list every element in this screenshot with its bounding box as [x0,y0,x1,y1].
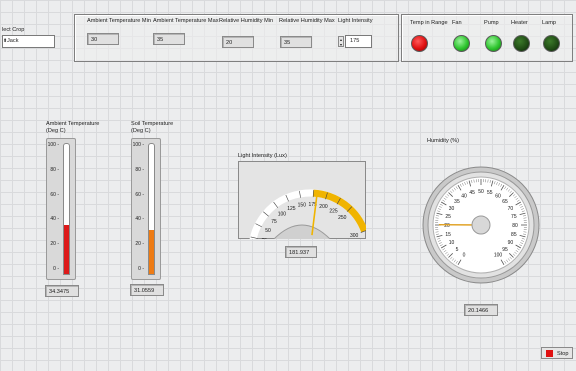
light-intensity-control[interactable]: 175 ▴ ▾ [338,35,372,48]
soil-temp-readout: 31.0559 [130,284,164,296]
ambient-temperature-tick: 100 - [47,142,59,148]
soil-temperature-tick: 60 - [135,191,144,198]
light-gauge-tick-label: 25 [261,238,267,239]
light-gauge-tick-label: 250 [338,215,347,221]
ambient-temp-min-field[interactable]: 30 [87,33,119,45]
humidity-gauge-tick-label: 5 [456,247,459,253]
light-intensity-label: Light Intensity [338,18,373,24]
ambient-temp-units: (Deg C) [46,128,66,134]
light-gauge-tick-label: 75 [271,219,277,225]
humidity-gauge-title: Humidity (%) [427,138,460,144]
soil-temp-tube [148,143,155,275]
humidity-gauge-tick-label: 60 [495,194,501,200]
ambient-temperature-tick: 80 - [50,166,59,173]
soil-temperature-tick: 0 - [138,266,144,272]
lamp-led [543,35,560,52]
humidity-gauge-tick-label: 15 [445,232,451,238]
ambient-temp-readout: 34.3475 [45,285,79,297]
humidity-readout: 20.1466 [464,304,498,316]
light-gauge-title: Light Intensity (Lux) [238,153,287,159]
ambient-temp-thermometer [46,138,76,280]
soil-temperature-tick: 80 - [135,166,144,173]
humidity-gauge-tick-label: 35 [454,199,460,205]
light-gauge-tick-label: 150 [298,203,307,209]
soil-temp-thermometer [131,138,161,280]
ambient-temp-fill [64,225,69,274]
ring-arrow-icon[interactable]: ⬍ [3,38,7,44]
humidity-gauge-tick-label: 90 [508,240,514,246]
light-gauge-tick-label: 225 [329,208,338,214]
humidity-gauge-tick-label: 0 [463,252,466,258]
led-label-pump: Pump [484,20,499,26]
humidity-gauge-tick-label: 85 [511,232,517,238]
temp-in-range-led [411,35,428,52]
soil-temp-units: (Deg C) [131,128,151,134]
soil-temperature-tick: 40 - [135,216,144,223]
pump-led [485,35,502,52]
fan-led [453,35,470,52]
ambient-temp-min-label: Ambient Temperature Min [87,18,151,24]
light-gauge-tick-label: 100 [278,211,287,217]
led-label-lamp: Lamp [542,20,556,26]
humidity-gauge-tick-label: 30 [449,206,455,212]
ambient-temp-max-label: Ambient Temperature Max [153,18,219,24]
rel-humidity-min-label: Relative Humidity Min [219,18,274,24]
light-gauge-tick-label: 200 [319,204,328,210]
ambient-temperature-tick: 20 - [50,241,59,248]
ambient-temperature-tick: 40 - [50,216,59,223]
select-crop-value[interactable]: Jack [2,35,55,48]
rel-humidity-max-label: Relative Humidity Max [279,18,335,24]
increment-decrement-icon[interactable]: ▴ ▾ [338,36,344,47]
stop-button[interactable]: Stop [541,347,573,359]
stop-square-icon [546,350,553,357]
led-label-fan: Fan [452,20,462,26]
humidity-gauge-tick-label: 10 [449,240,455,246]
humidity-gauge-tick-label: 80 [512,223,518,229]
rel-humidity-min-field[interactable]: 20 [222,36,254,48]
front-panel: lect Crop Jack ⬍ Ambient Temperature Min… [0,0,576,371]
humidity-gauge-tick-label: 75 [511,214,517,220]
humidity-gauge-tick-label: 70 [508,206,514,212]
ambient-temperature-tick: 60 - [50,191,59,198]
soil-temp-title: Soil Temperature [131,121,174,127]
rel-humidity-max-field[interactable]: 35 [280,36,312,48]
ambient-temp-max-field[interactable]: 35 [153,33,185,45]
light-intensity-gauge: 0255075100125150175200225250300 [238,161,366,239]
humidity-gauge-tick-label: 40 [461,194,467,200]
soil-temperature-tick: 100 - [132,142,144,148]
light-gauge-tick-label: 300 [350,233,359,239]
light-intensity-input[interactable]: 175 [345,35,372,48]
humidity-gauge-tick-label: 25 [445,214,451,220]
humidity-gauge-tick-label: 95 [502,247,508,253]
stop-label: Stop [557,351,569,357]
soil-temperature-tick: 20 - [135,241,144,248]
light-gauge-tick-label: 50 [265,228,271,234]
humidity-gauge-tick-label: 45 [469,190,475,196]
ambient-temp-title: Ambient Temperature [46,121,100,127]
heater-led [513,35,530,52]
light-intensity-readout: 181.937 [285,246,317,258]
humidity-gauge-hub [471,215,491,235]
led-label-temp-in-range: Temp in Range [410,20,448,26]
humidity-gauge-tick-label: 50 [478,189,484,195]
led-label-heater: Heater [511,20,528,26]
humidity-gauge: 0510 15 20 25 30354045 50 55606570 75 80 85 909510… [422,166,540,284]
soil-temp-fill [149,229,154,274]
humidity-gauge-tick-label: 65 [502,199,508,205]
ambient-temperature-tick: 0 - [53,266,59,272]
select-crop-label: lect Crop [2,27,25,33]
humidity-gauge-tick-label: 100 [494,252,503,258]
humidity-gauge-tick-label: 55 [487,190,493,196]
humidity-gauge-tick-label: 20 [444,223,450,229]
select-crop-ring[interactable]: Jack ⬍ [2,35,55,49]
ambient-temp-tube [63,143,70,275]
light-gauge-tick-label: 125 [287,206,296,212]
